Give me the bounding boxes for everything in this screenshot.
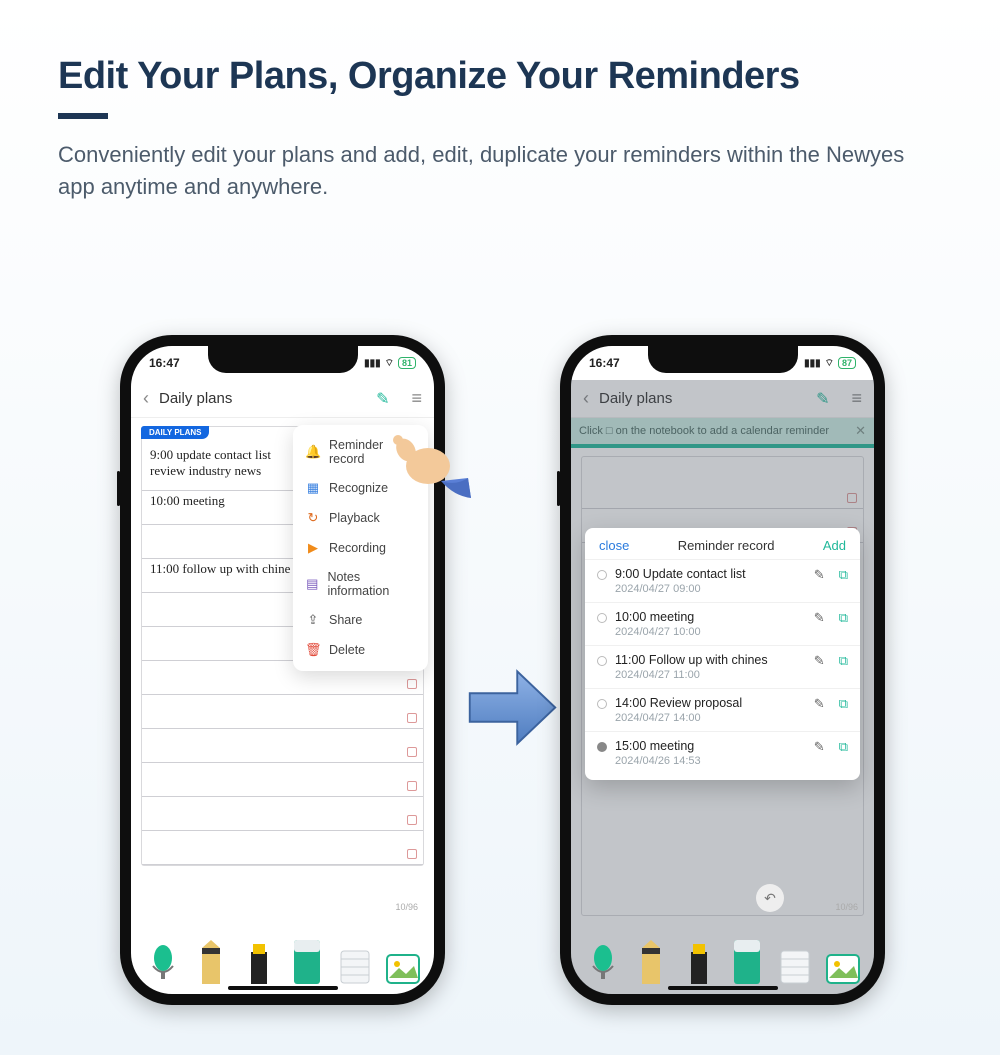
battery-indicator: 87 (838, 357, 856, 369)
edit-icon[interactable]: ✎ (376, 389, 389, 409)
edit-reminder-icon[interactable]: ✎ (814, 739, 825, 755)
headline-underline (58, 113, 108, 119)
share-icon: ⇪ (305, 612, 321, 628)
reminder-checkbox[interactable] (407, 849, 417, 859)
reminder-title: 9:00 Update contact list (615, 567, 800, 581)
eraser-tool[interactable] (730, 940, 764, 984)
note-line[interactable] (142, 763, 423, 797)
reminder-datetime: 2024/04/27 09:00 (615, 583, 800, 595)
page-title: Daily plans (159, 390, 232, 407)
trash-icon: 🗑 (305, 642, 321, 658)
reminder-bullet (597, 613, 607, 623)
reminder-bullet (597, 699, 607, 709)
bottom-toolbar (131, 940, 434, 984)
grid-tool[interactable] (778, 940, 812, 984)
undo-button[interactable]: ↶ (756, 884, 784, 912)
reminder-datetime: 2024/04/27 10:00 (615, 626, 800, 638)
note-line[interactable] (142, 695, 423, 729)
menu-item-share[interactable]: ⇪Share (293, 605, 428, 635)
signal-icon: ▮▮▮ (804, 358, 821, 369)
reminder-record-modal: close Reminder record Add 9:00 Update co… (585, 528, 860, 780)
page-chip: DAILY PLANS (141, 426, 209, 439)
back-icon[interactable]: ‹ (143, 388, 149, 409)
edit-reminder-icon[interactable]: ✎ (814, 653, 825, 669)
modal-add-button[interactable]: Add (823, 538, 846, 553)
reminder-checkbox[interactable] (407, 713, 417, 723)
pencil-tool[interactable] (634, 940, 668, 984)
note-line[interactable] (142, 729, 423, 763)
note-line[interactable] (142, 831, 423, 865)
reminder-title: 15:00 meeting (615, 739, 800, 753)
modal-close-button[interactable]: close (599, 538, 629, 553)
menu-item-delete[interactable]: 🗑Delete (293, 635, 428, 665)
note-line[interactable] (142, 797, 423, 831)
reminder-checkbox[interactable] (407, 781, 417, 791)
copy-reminder-icon[interactable]: ⧉ (839, 610, 848, 626)
home-indicator (228, 986, 338, 990)
reminder-datetime: 2024/04/26 14:53 (615, 755, 800, 767)
reminder-checkbox[interactable] (407, 747, 417, 757)
reminder-title: 10:00 meeting (615, 610, 800, 624)
reminder-bullet (597, 656, 607, 666)
reminder-bullet (597, 570, 607, 580)
copy-reminder-icon[interactable]: ⧉ (839, 696, 848, 712)
page-indicator: 10/96 (395, 902, 418, 912)
mic-tool[interactable] (586, 940, 620, 984)
highlighter-tool[interactable] (242, 940, 276, 984)
edit-reminder-icon[interactable]: ✎ (814, 696, 825, 712)
reminder-row[interactable]: 11:00 Follow up with chines 2024/04/27 11… (585, 645, 860, 688)
reminder-checkbox[interactable] (407, 679, 417, 689)
modal-title: Reminder record (678, 538, 775, 553)
eraser-tool[interactable] (290, 940, 324, 984)
reminder-row[interactable]: 10:00 meeting 2024/04/27 10:00 ✎ ⧉ (585, 602, 860, 645)
reminder-checkbox[interactable] (407, 815, 417, 825)
menu-item-recording[interactable]: ▶Recording (293, 533, 428, 563)
pencil-tool[interactable] (194, 940, 228, 984)
transition-arrow-icon (465, 660, 560, 755)
status-time: 16:47 (149, 356, 180, 370)
wifi-icon: ⌔ (825, 357, 834, 370)
image-tool[interactable] (826, 940, 860, 984)
reminder-row[interactable]: 14:00 Review proposal 2024/04/27 14:00 ✎ ⧉ (585, 688, 860, 731)
pointer-hand-icon (386, 426, 456, 496)
scan-icon: ▦ (305, 480, 321, 496)
bell-icon: 🔔 (305, 444, 321, 460)
reminder-row[interactable]: 9:00 Update contact list 2024/04/27 09:00… (585, 559, 860, 602)
status-bar: 16:47 ▮▮▮ ⌔ 87 (571, 352, 874, 374)
highlighter-tool[interactable] (682, 940, 716, 984)
home-indicator (668, 986, 778, 990)
menu-icon[interactable]: ≡ (411, 388, 422, 409)
copy-reminder-icon[interactable]: ⧉ (839, 653, 848, 669)
reminder-datetime: 2024/04/27 14:00 (615, 712, 800, 724)
copy-reminder-icon[interactable]: ⧉ (839, 567, 848, 583)
marketing-headline: Edit Your Plans, Organize Your Reminders (58, 55, 1000, 98)
status-time: 16:47 (589, 356, 620, 370)
menu-item-notes-info[interactable]: ▤Notes information (293, 563, 428, 605)
info-icon: ▤ (305, 576, 319, 592)
edit-reminder-icon[interactable]: ✎ (814, 610, 825, 626)
phone-mockup-right: 16:47 ▮▮▮ ⌔ 87 ‹ Daily plans ✎ ≡ Click □… (560, 335, 885, 1005)
bottom-toolbar (571, 940, 874, 984)
replay-icon: ↻ (305, 510, 321, 526)
image-tool[interactable] (386, 940, 420, 984)
battery-indicator: 81 (398, 357, 416, 369)
reminder-bullet (597, 742, 607, 752)
reminder-row[interactable]: 15:00 meeting 2024/04/26 14:53 ✎ ⧉ (585, 731, 860, 774)
marketing-subhead: Conveniently edit your plans and add, ed… (58, 139, 940, 203)
edit-reminder-icon[interactable]: ✎ (814, 567, 825, 583)
reminder-title: 14:00 Review proposal (615, 696, 800, 710)
copy-reminder-icon[interactable]: ⧉ (839, 739, 848, 755)
menu-item-playback[interactable]: ↻Playback (293, 503, 428, 533)
record-icon: ▶ (305, 540, 321, 556)
status-bar: 16:47 ▮▮▮ ⌔ 81 (131, 352, 434, 374)
reminder-datetime: 2024/04/27 11:00 (615, 669, 800, 681)
wifi-icon: ⌔ (385, 357, 394, 370)
page-indicator: 10/96 (835, 902, 858, 912)
signal-icon: ▮▮▮ (364, 358, 381, 369)
phone-mockup-left: 16:47 ▮▮▮ ⌔ 81 ‹ Daily plans ✎ ≡ DAILY P… (120, 335, 445, 1005)
reminder-title: 11:00 Follow up with chines (615, 653, 800, 667)
app-navbar: ‹ Daily plans ✎ ≡ (131, 380, 434, 418)
mic-tool[interactable] (146, 940, 180, 984)
grid-tool[interactable] (338, 940, 372, 984)
